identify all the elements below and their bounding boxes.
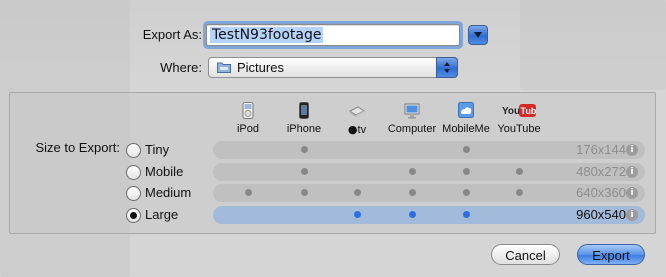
apple-tv-icon: [349, 106, 365, 117]
compatibility-dot: [516, 168, 523, 175]
svg-text:You: You: [502, 106, 520, 117]
where-label: Where:: [160, 60, 202, 75]
resolution-label: 480x272: [576, 164, 626, 179]
compatibility-dot: [409, 211, 416, 218]
compatibility-dot: [354, 211, 361, 218]
export-as-label: Export As:: [142, 27, 202, 42]
size-radio-medium[interactable]: [126, 186, 141, 201]
apple-logo-icon: ●: [347, 123, 358, 136]
filename-value: TestN93footage: [210, 27, 324, 43]
cancel-button[interactable]: Cancel: [491, 244, 560, 265]
export-button[interactable]: Export: [577, 244, 645, 265]
youtube-icon: You Tube: [502, 104, 537, 117]
chevron-down-icon: [474, 32, 482, 38]
compatibility-dot: [463, 146, 470, 153]
compatibility-dot: [301, 189, 308, 196]
compatibility-dot: [301, 168, 308, 175]
size-option-label[interactable]: Medium: [145, 185, 191, 200]
size-option-label[interactable]: Large: [145, 207, 178, 222]
where-popup[interactable]: Pictures: [208, 57, 458, 78]
folder-icon: [217, 62, 231, 73]
iphone-icon: [299, 102, 309, 119]
radio-selected-indicator: [130, 212, 137, 219]
info-icon[interactable]: i: [626, 187, 638, 199]
filename-field[interactable]: TestN93footage: [206, 24, 460, 46]
info-icon[interactable]: i: [626, 144, 638, 156]
up-down-arrows-icon: [444, 62, 450, 73]
compatibility-dot: [354, 189, 361, 196]
size-radio-tiny[interactable]: [126, 143, 141, 158]
compatibility-dot: [463, 211, 470, 218]
where-value: Pictures: [237, 60, 284, 75]
info-icon[interactable]: i: [626, 209, 638, 221]
popup-arrows: [436, 57, 458, 78]
size-radio-large[interactable]: [126, 208, 141, 223]
compatibility-dot: [516, 189, 523, 196]
computer-icon: [404, 103, 420, 119]
resolution-label: 960x540: [576, 207, 626, 222]
size-radio-mobile[interactable]: [126, 165, 141, 180]
column-label: YouTube: [497, 123, 541, 135]
compatibility-dot: [463, 189, 470, 196]
compatibility-dot: [409, 168, 416, 175]
svg-text:Tube: Tube: [521, 106, 537, 116]
compatibility-dot: [463, 168, 470, 175]
resolution-label: 176x144: [576, 142, 626, 157]
compatibility-dot: [245, 189, 252, 196]
size-to-export-label: Size to Export:: [35, 140, 120, 155]
resolution-label: 640x360: [576, 185, 626, 200]
mobileme-icon: [458, 102, 474, 118]
size-option-label[interactable]: Mobile: [145, 164, 183, 179]
ipod-icon: [242, 102, 254, 119]
compatibility-dot: [409, 189, 416, 196]
compatibility-dot: [301, 146, 308, 153]
info-icon[interactable]: i: [626, 166, 638, 178]
size-option-label[interactable]: Tiny: [145, 142, 169, 157]
expand-dialog-button[interactable]: [468, 25, 488, 45]
